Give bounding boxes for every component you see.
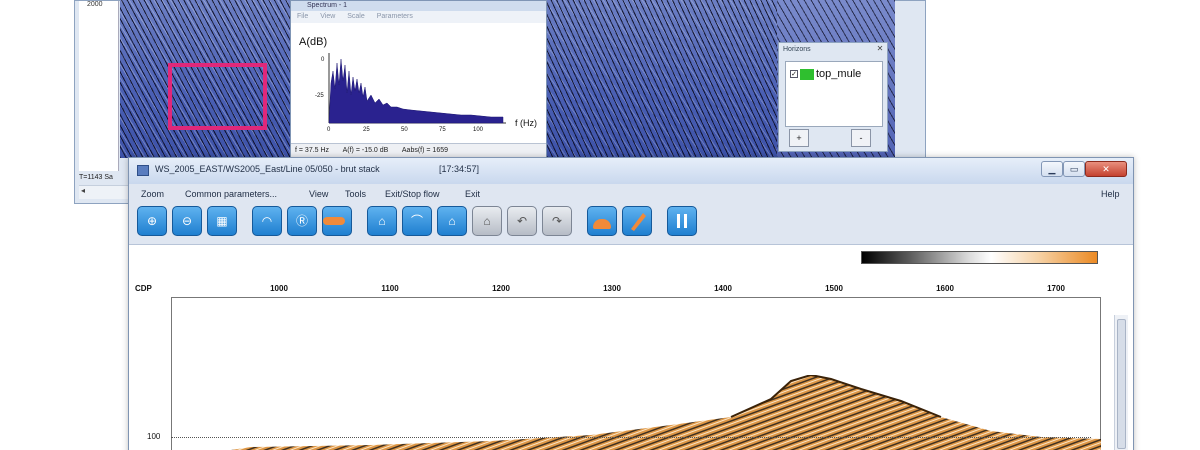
scroll-thumb[interactable] (1117, 319, 1126, 449)
trace-header-value: 2000 (87, 1, 103, 8)
svg-text:25: 25 (363, 127, 370, 133)
menu-zoom[interactable]: Zoom (141, 189, 164, 199)
x-axis-label: CDP (135, 284, 152, 293)
undo-icon[interactable]: ↶ (507, 206, 537, 236)
horizon-up-icon[interactable]: ⌂ (367, 206, 397, 236)
trace-header-panel: 2000 (79, 1, 119, 171)
selection-rectangle[interactable] (168, 63, 267, 130)
menu-tools[interactable]: Tools (345, 189, 366, 199)
title-bar[interactable]: WS_2005_EAST/WS2005_East/Line 05/050 - b… (129, 158, 1133, 184)
spectrum-y-tick-25: -25 (315, 93, 324, 99)
zoom-out-icon[interactable]: ⊖ (172, 206, 202, 236)
horizon-pick-icon[interactable]: ⌂ (437, 206, 467, 236)
horizons-close-icon[interactable]: ✕ (875, 44, 885, 54)
horizon-delete-icon[interactable]: ⌂ (472, 206, 502, 236)
stack-canvas[interactable]: CDP 1000 1100 1200 1300 1400 1500 1600 1… (129, 244, 1133, 450)
horizon-checkbox[interactable]: ✓ (790, 70, 798, 78)
zoom-in-icon[interactable]: ⊕ (137, 206, 167, 236)
spectrum-menu: File View Scale Parameters (291, 11, 546, 23)
svg-text:75: 75 (439, 127, 446, 133)
x-tick: 1600 (936, 284, 954, 293)
remove-horizon-button[interactable]: - (851, 129, 871, 147)
spectrum-y-label: A(dB) (299, 36, 327, 48)
seismic-stack-image[interactable] (171, 375, 1101, 450)
horizons-title: Horizons (783, 46, 811, 53)
pick-line-icon[interactable] (322, 206, 352, 236)
app-icon (137, 165, 149, 176)
horizon-label: top_mule (816, 68, 862, 80)
maximize-button[interactable]: ▭ (1063, 161, 1085, 177)
horizons-panel[interactable]: Horizons ✕ ✓ top_mule + - (778, 42, 888, 152)
add-horizon-button[interactable]: + (789, 129, 809, 147)
x-tick: 1200 (492, 284, 510, 293)
x-tick: 1400 (714, 284, 732, 293)
spectrum-menu-view[interactable]: View (320, 13, 335, 20)
pick-first-break-icon[interactable]: ◠ (252, 206, 282, 236)
spectrum-menu-scale[interactable]: Scale (347, 13, 365, 20)
menu-bar: Zoom Common parameters... View Tools Exi… (129, 186, 1133, 204)
spectrum-status-bar: f = 37.5 Hz A(f) = -15.0 dB Aabs(f) = 16… (291, 143, 546, 157)
x-tick: 1500 (825, 284, 843, 293)
close-button[interactable]: ✕ (1085, 161, 1127, 177)
window-title: WS_2005_EAST/WS2005_East/Line 05/050 - b… (155, 164, 380, 174)
x-tick: 1100 (381, 284, 399, 293)
pick-horizon-icon[interactable]: Ⓡ (287, 206, 317, 236)
pause-icon[interactable] (667, 206, 697, 236)
spectrum-title: Spectrum - 1 (291, 1, 546, 11)
horizon-curve-icon[interactable]: ⌒ (402, 206, 432, 236)
horizon-color-swatch (800, 68, 814, 80)
vertical-scrollbar[interactable] (1114, 315, 1128, 450)
menu-exit-stop-flow[interactable]: Exit/Stop flow (385, 189, 440, 199)
time-gridline (171, 437, 1091, 438)
x-tick: 1700 (1047, 284, 1065, 293)
window-timestamp: [17:34:57] (439, 164, 480, 174)
main-stack-window[interactable]: WS_2005_EAST/WS2005_East/Line 05/050 - b… (128, 157, 1134, 450)
spectrum-menu-parameters[interactable]: Parameters (377, 13, 413, 20)
y-tick: 100 (147, 432, 161, 441)
x-tick: 1300 (603, 284, 621, 293)
seismic-section-right[interactable] (547, 0, 777, 158)
amplitude-colorbar (861, 251, 1098, 264)
minimize-button[interactable]: ▁ (1041, 161, 1063, 177)
screenshot-stage: 2000 T=1143 Sa ◂ Spectrum - 1 File View … (0, 0, 1200, 450)
spectrum-plot: A(dB) 0 -25 0 25 50 75 100 f (Hz) (299, 36, 537, 133)
horizon-item-top-mule[interactable]: ✓ top_mule (786, 62, 882, 86)
spectrum-menu-file[interactable]: File (297, 13, 308, 20)
svg-text:0: 0 (327, 127, 331, 133)
menu-common-parameters[interactable]: Common parameters... (185, 189, 277, 199)
spectrum-x-label: f (Hz) (515, 118, 537, 128)
menu-view[interactable]: View (309, 189, 328, 199)
spectrum-y-tick-0: 0 (321, 57, 325, 63)
menu-help[interactable]: Help (1101, 189, 1120, 199)
fit-view-icon[interactable]: ▦ (207, 206, 237, 236)
x-tick: 1000 (270, 284, 288, 293)
redo-icon[interactable]: ↷ (542, 206, 572, 236)
spectrum-window[interactable]: Spectrum - 1 File View Scale Parameters … (290, 0, 547, 158)
scroll-left-arrow-icon[interactable]: ◂ (81, 186, 85, 195)
edit-icon[interactable] (622, 206, 652, 236)
mute-icon[interactable] (587, 206, 617, 236)
menu-exit[interactable]: Exit (465, 189, 480, 199)
svg-text:50: 50 (401, 127, 408, 133)
svg-text:100: 100 (473, 127, 484, 133)
horizons-list[interactable]: ✓ top_mule (785, 61, 883, 127)
